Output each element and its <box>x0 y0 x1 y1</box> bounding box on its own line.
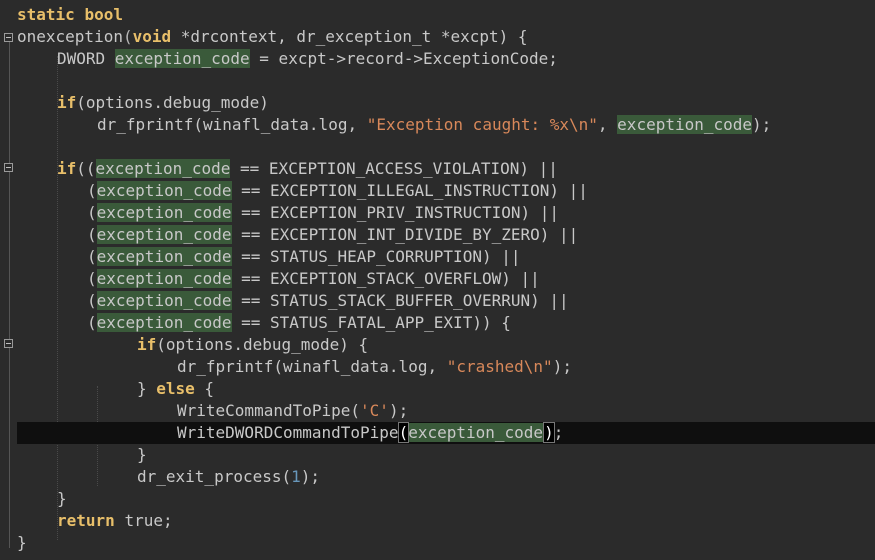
char-literal-c: 'C' <box>360 401 389 420</box>
kw-void: void <box>132 27 172 46</box>
string-crashed: "crashed\n" <box>446 357 553 376</box>
var-exception-code: exception_code <box>96 181 232 200</box>
fold-toggle-inner-if[interactable] <box>4 339 13 348</box>
var-exception-code: exception_code <box>96 225 232 244</box>
code-line-1[interactable]: static bool <box>17 4 875 26</box>
var-exception-code: exception_code <box>96 203 232 222</box>
code-line-14[interactable]: (exception_code == STATUS_STACK_BUFFER_O… <box>17 290 875 312</box>
code-line-12[interactable]: (exception_code == STATUS_HEAP_CORRUPTIO… <box>17 246 875 268</box>
code-line-2[interactable]: onexception(void *drcontext, dr_exceptio… <box>17 26 875 48</box>
code-line-23[interactable]: } <box>17 488 875 510</box>
code-line-18[interactable]: } else { <box>17 378 875 400</box>
var-exception-code: exception_code <box>114 49 250 68</box>
code-line-8[interactable]: if((exception_code == EXCEPTION_ACCESS_V… <box>17 158 875 180</box>
var-exception-code: exception_code <box>95 159 231 178</box>
kw-else: else <box>156 379 195 398</box>
fn-name: onexception <box>17 27 123 46</box>
code-line-15[interactable]: (exception_code == STATUS_FATAL_APP_EXIT… <box>17 312 875 334</box>
kw-true: true <box>124 511 163 530</box>
code-line-6[interactable]: dr_fprintf(winafl_data.log, "Exception c… <box>17 114 875 136</box>
var-exception-code: exception_code <box>96 291 232 310</box>
code-line-21[interactable]: } <box>17 444 875 466</box>
var-exception-code: exception_code <box>96 247 232 266</box>
kw-if: if <box>57 93 77 112</box>
code-line-9[interactable]: (exception_code == EXCEPTION_ILLEGAL_INS… <box>17 180 875 202</box>
kw-bool: bool <box>84 5 123 24</box>
var-exception-code: exception_code <box>408 423 544 442</box>
var-exception-code: exception_code <box>96 313 232 332</box>
code-line-19[interactable]: WriteCommandToPipe('C'); <box>17 400 875 422</box>
code-line-25[interactable]: } <box>17 532 875 554</box>
var-exception-code: exception_code <box>96 269 232 288</box>
string-exception-caught: "Exception caught: %x\n" <box>366 115 598 134</box>
code-line-10[interactable]: (exception_code == EXCEPTION_PRIV_INSTRU… <box>17 202 875 224</box>
code-line-5[interactable]: if(options.debug_mode) <box>17 92 875 114</box>
code-line-17[interactable]: dr_fprintf(winafl_data.log, "crashed\n")… <box>17 356 875 378</box>
code-line-20-current[interactable]: WriteDWORDCommandToPipe(exception_code); <box>17 422 875 444</box>
fold-toggle-function[interactable] <box>4 33 13 42</box>
code-editor[interactable]: static bool onexception(void *drcontext,… <box>0 0 875 560</box>
kw-if: if <box>137 335 157 354</box>
code-line-16[interactable]: if(options.debug_mode) { <box>17 334 875 356</box>
code-line-22[interactable]: dr_exit_process(1); <box>17 466 875 488</box>
number-literal-1: 1 <box>291 467 301 486</box>
fold-gutter <box>0 0 14 560</box>
fold-toggle-if-block[interactable] <box>4 163 13 172</box>
code-line-3[interactable]: DWORD exception_code = excpt->record->Ex… <box>17 48 875 70</box>
var-exception-code: exception_code <box>617 115 753 134</box>
kw-if: if <box>57 159 77 178</box>
code-line-13[interactable]: (exception_code == EXCEPTION_STACK_OVERF… <box>17 268 875 290</box>
fold-rail <box>9 38 10 548</box>
kw-static: static <box>17 5 75 24</box>
kw-return: return <box>57 511 115 530</box>
code-line-24[interactable]: return true; <box>17 510 875 532</box>
code-line-11[interactable]: (exception_code == EXCEPTION_INT_DIVIDE_… <box>17 224 875 246</box>
